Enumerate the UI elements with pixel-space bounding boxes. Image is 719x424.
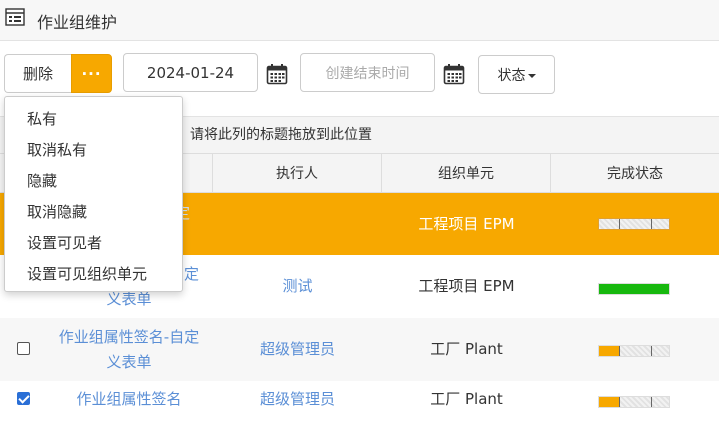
status-filter-label: 状态 xyxy=(497,67,526,84)
more-actions-menu: 私有 取消私有 隐藏 取消隐藏 设置可见者 设置可见组织单元 xyxy=(4,96,183,292)
row-checkbox[interactable] xyxy=(17,392,30,405)
menu-item-set-visible-org-units[interactable]: 设置可见组织单元 xyxy=(5,258,182,289)
row-org-unit: 工厂 Plant xyxy=(430,340,503,358)
row-org-unit: 工程项目 EPM xyxy=(418,277,515,295)
table-row[interactable]: 作业组属性签名-自定 义表单 超级管理员 工厂 Plant xyxy=(0,318,719,381)
completion-progress-bar xyxy=(598,283,670,295)
menu-item-set-visible-users[interactable]: 设置可见者 xyxy=(5,227,182,258)
row-executor[interactable]: 测试 xyxy=(213,255,382,318)
completion-progress-bar xyxy=(598,396,670,408)
caret-down-icon xyxy=(527,73,536,78)
title-bar: 作业组维护 xyxy=(0,0,719,41)
header-org-unit[interactable]: 组织单元 xyxy=(382,154,551,193)
group-drop-hint: ，请将此列的标题拖放到此位置 xyxy=(176,127,372,143)
start-date-field[interactable]: 2024-01-24 xyxy=(123,53,258,92)
calendar-icon[interactable] xyxy=(443,63,465,85)
end-time-input[interactable]: 创建结束时间 xyxy=(300,53,435,92)
row-executor[interactable]: 超级管理员 xyxy=(213,318,382,381)
row-name[interactable]: 作业组属性签名 xyxy=(45,387,213,412)
menu-item-unhide[interactable]: 取消隐藏 xyxy=(5,196,182,227)
row-name[interactable]: 作业组属性签名-自定 义表单 xyxy=(45,324,213,376)
row-org-unit: 工厂 Plant xyxy=(430,390,503,408)
header-executor[interactable]: 执行人 xyxy=(213,154,382,193)
menu-item-hide[interactable]: 隐藏 xyxy=(5,165,182,196)
completion-progress-bar xyxy=(598,345,670,357)
menu-item-private[interactable]: 私有 xyxy=(5,103,182,134)
page-title: 作业组维护 xyxy=(37,13,118,32)
more-actions-button[interactable]: ··· xyxy=(71,54,112,93)
delete-button[interactable]: 删除 xyxy=(4,54,71,93)
row-checkbox[interactable] xyxy=(17,342,30,355)
form-grid-icon xyxy=(5,8,25,26)
calendar-icon[interactable] xyxy=(266,63,288,85)
completion-progress-bar xyxy=(598,218,670,230)
table-row[interactable]: 作业组属性签名 超级管理员 工厂 Plant xyxy=(0,381,719,424)
row-org-unit: 工程项目 EPM xyxy=(418,214,515,233)
menu-item-unset-private[interactable]: 取消私有 xyxy=(5,134,182,165)
status-filter-button[interactable]: 状态 xyxy=(478,55,555,94)
row-executor[interactable]: 超级管理员 xyxy=(213,387,382,412)
header-completion-status[interactable]: 完成状态 xyxy=(551,154,719,193)
